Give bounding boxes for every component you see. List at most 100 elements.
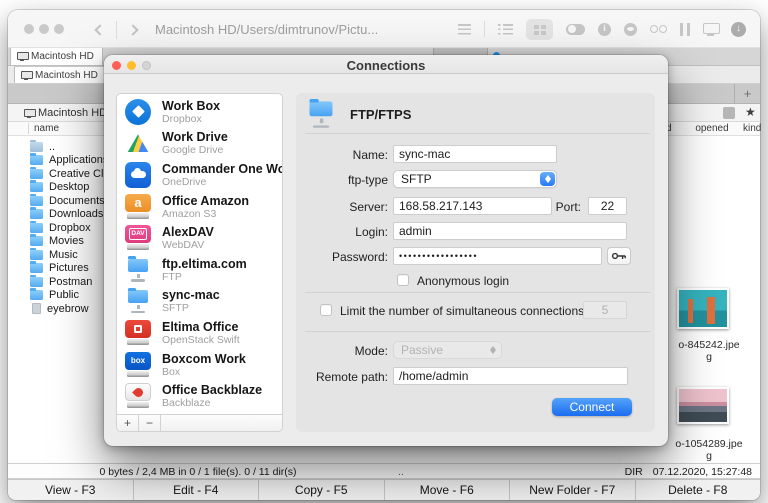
anonymous-checkbox[interactable] (397, 274, 409, 286)
network-connections-icon[interactable] (703, 22, 720, 36)
connection-list-item[interactable]: Boxcom Work Box (117, 349, 282, 381)
file-name: Pictures (49, 262, 89, 275)
connection-list-item[interactable]: sync-mac SFTP (117, 286, 282, 318)
connection-protocol: Amazon S3 (162, 207, 217, 220)
full-view-icon[interactable] (458, 23, 471, 35)
connection-list-item[interactable]: AlexDAV WebDAV (117, 222, 282, 254)
service-icon (125, 319, 151, 346)
search-icon[interactable] (650, 24, 667, 35)
column-kind[interactable]: kind (743, 123, 761, 134)
connection-title: Work Drive (162, 130, 228, 145)
mode-label: Mode: (354, 344, 388, 358)
file-name: Movies (49, 235, 84, 248)
connection-list-item[interactable]: Work Drive Google Drive (117, 128, 282, 160)
function-key-button[interactable]: Move - F6 (385, 480, 510, 500)
port-label: Port: (555, 200, 581, 214)
connection-title: sync-mac (162, 288, 220, 303)
function-key-button[interactable]: View - F3 (8, 480, 134, 500)
file-name: eyebrow (47, 302, 89, 315)
thumbnails-view-icon[interactable] (526, 18, 553, 40)
connection-list-item[interactable]: Office Amazon Amazon S3 (117, 191, 282, 223)
file-type-icon (32, 303, 41, 315)
file-name: Applications (49, 154, 109, 167)
disk-icon (17, 52, 29, 61)
stop-square-icon[interactable] (723, 107, 735, 119)
connection-list-item[interactable]: ftp.eltima.com FTP (117, 254, 282, 286)
connection-protocol: WebDAV (162, 239, 205, 252)
connection-title: Office Amazon (162, 193, 250, 208)
image-filename[interactable]: o-845242.jpe g (672, 339, 746, 363)
add-tab-button[interactable]: + (734, 84, 760, 103)
toggle-hidden-files-icon[interactable] (566, 23, 585, 35)
service-icon (125, 287, 151, 314)
tab-macintosh-hd-2[interactable]: Macintosh HD (14, 66, 107, 83)
thumbnail-doors[interactable] (677, 288, 729, 329)
right-pane-status: .. (398, 466, 404, 478)
service-icon (125, 98, 151, 125)
favorites-star-icon[interactable]: ★ (745, 105, 756, 119)
keychain-button[interactable] (607, 247, 631, 265)
remove-connection-button[interactable]: − (139, 415, 161, 431)
login-input[interactable] (393, 222, 627, 240)
file-type-icon (30, 153, 43, 166)
tab-label: Macintosh HD (35, 69, 98, 81)
image-filename[interactable]: o-1054289.jpe g (672, 438, 746, 462)
name-label: Name: (352, 148, 388, 162)
connection-protocol: OneDrive (162, 175, 207, 188)
connection-list-item[interactable]: Work Box Dropbox (117, 96, 282, 128)
connections-dialog: Connections Work Box Dropbox Work Drive … (104, 55, 668, 446)
close-button[interactable] (24, 24, 34, 34)
key-icon (611, 252, 626, 260)
dir-label: DIR (624, 466, 643, 478)
download-icon[interactable] (731, 21, 746, 37)
forward-icon[interactable] (127, 24, 139, 36)
zoom-button[interactable] (54, 24, 64, 34)
disk-icon (21, 70, 33, 80)
login-label: Login: (355, 225, 388, 239)
tab-macintosh-hd-1[interactable]: Macintosh HD (10, 48, 103, 65)
connection-title: Boxcom Work (162, 351, 246, 366)
connection-protocol: Dropbox (162, 112, 202, 125)
file-name: Downloads (49, 208, 104, 221)
remote-path-input[interactable] (393, 367, 628, 385)
connect-button[interactable]: Connect (552, 398, 632, 416)
window-traffic-lights[interactable] (24, 24, 64, 34)
minimize-button[interactable] (39, 24, 49, 34)
connection-list-item[interactable]: Commander One Work OneDrive (117, 159, 282, 191)
file-type-icon (30, 247, 43, 260)
connection-title: AlexDAV (162, 225, 214, 240)
back-icon[interactable] (94, 24, 106, 36)
service-icon (125, 130, 151, 156)
limit-connections-checkbox[interactable] (320, 304, 332, 316)
preview-icon[interactable] (624, 22, 637, 36)
file-type-icon (30, 139, 43, 152)
password-input[interactable] (393, 247, 602, 265)
limit-count-input (583, 301, 627, 319)
function-key-button[interactable]: New Folder - F7 (510, 480, 636, 500)
dialog-title-bar[interactable]: Connections (104, 55, 668, 74)
mode-select: Passive (393, 341, 502, 359)
function-key-button[interactable]: Delete - F8 (636, 480, 761, 500)
file-type-icon (30, 180, 43, 193)
queue-icon[interactable] (680, 22, 690, 36)
file-type-icon (30, 166, 43, 179)
connection-list-item[interactable]: Office Backblaze Backblaze (117, 380, 282, 412)
function-key-button[interactable]: Copy - F5 (259, 480, 385, 500)
brief-view-icon[interactable] (498, 23, 513, 35)
name-input[interactable] (393, 145, 557, 163)
column-name[interactable]: name (28, 123, 59, 134)
selection-status: DIR 07.12.2020, 15:27:48 (625, 466, 752, 478)
ftp-type-select[interactable]: SFTP (393, 170, 557, 188)
breadcrumb-path[interactable]: Macintosh HD/Users/dimtrunov/Pictu... (155, 22, 378, 37)
column-opened[interactable]: opened (686, 123, 738, 134)
info-icon[interactable] (598, 22, 611, 36)
left-pane-location[interactable]: Macintosh HD (24, 104, 107, 122)
sidebar-toolbar: + − (117, 414, 282, 431)
connection-list-item[interactable]: Eltima Office OpenStack Swift (117, 317, 282, 349)
port-input[interactable] (588, 197, 627, 215)
thumbnail-mountains[interactable] (677, 387, 729, 424)
add-connection-button[interactable]: + (117, 415, 139, 431)
service-icon (125, 225, 151, 251)
remote-path-label: Remote path: (315, 370, 388, 384)
function-key-button[interactable]: Edit - F4 (134, 480, 259, 500)
